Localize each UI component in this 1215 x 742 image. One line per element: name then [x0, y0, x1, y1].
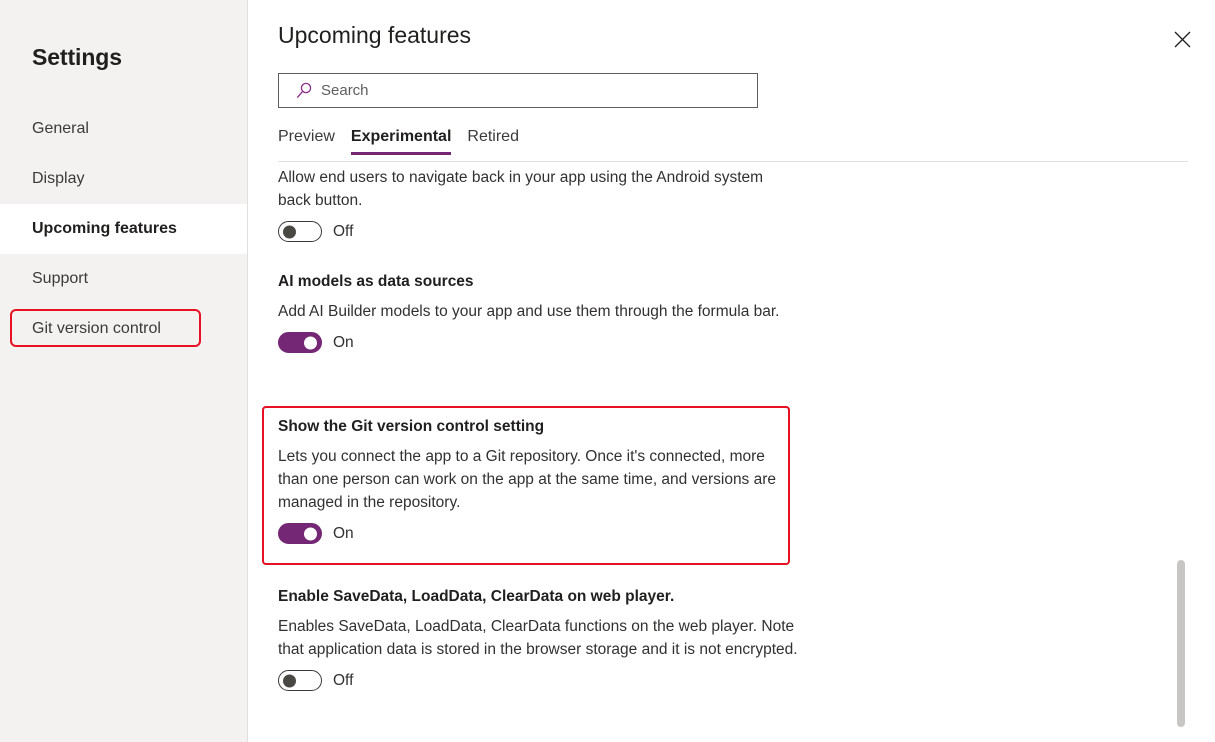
feature-title: Enable SaveData, LoadData, ClearData on … — [278, 588, 675, 605]
feature-item-ai-models-as-data-sources: AI models as data sources Add AI Builder… — [278, 271, 798, 353]
feature-tabs: Preview Experimental Retired — [278, 128, 527, 155]
feature-item-android-back-button: Allow end users to navigate back in your… — [278, 166, 798, 242]
feature-description: Lets you connect the app to a Git reposi… — [278, 448, 777, 511]
sidebar-nav: General Display Upcoming features Suppor… — [0, 104, 247, 354]
settings-main-pane: Upcoming features Preview Experimental — [248, 0, 1215, 742]
toggle-state-label: Off — [333, 671, 354, 689]
sidebar-item-display[interactable]: Display — [0, 154, 247, 204]
feature-item-show-git-version-control-setting: Show the Git version control setting Let… — [278, 416, 778, 544]
sidebar-title: Settings — [32, 44, 122, 70]
toggle-knob — [304, 527, 317, 540]
search-input[interactable] — [321, 74, 757, 107]
sidebar-item-git-version-control[interactable]: Git version control — [0, 304, 247, 354]
tab-experimental[interactable]: Experimental — [343, 128, 459, 155]
feature-toggle-row: Off — [278, 670, 798, 691]
sidebar-item-support[interactable]: Support — [0, 254, 247, 304]
tab-label: Retired — [467, 128, 519, 145]
search-box[interactable] — [278, 73, 758, 108]
feature-toggle-row: Off — [278, 221, 798, 242]
tab-preview[interactable]: Preview — [278, 128, 343, 155]
settings-dialog: Settings General Display Upcoming featur… — [0, 0, 1215, 742]
sidebar-item-label: Git version control — [32, 320, 161, 337]
tab-retired[interactable]: Retired — [459, 128, 527, 155]
toggle-state-label: On — [333, 333, 354, 351]
sidebar-item-upcoming-features[interactable]: Upcoming features — [0, 204, 247, 254]
feature-description: Enables SaveData, LoadData, ClearData fu… — [278, 618, 798, 658]
feature-item-enable-savedata-loaddata-cleardata: Enable SaveData, LoadData, ClearData on … — [278, 586, 798, 691]
feature-toggle-row: On — [278, 523, 778, 544]
feature-toggle-row: On — [278, 332, 798, 353]
page-title: Upcoming features — [278, 22, 472, 48]
sidebar-item-general[interactable]: General — [0, 104, 247, 154]
feature-toggle[interactable] — [278, 221, 322, 242]
search-icon — [289, 82, 319, 99]
sidebar-item-label: Display — [32, 170, 85, 187]
feature-title: AI models as data sources — [278, 273, 474, 290]
content-scrollbar-thumb[interactable] — [1177, 560, 1185, 727]
feature-description: Allow end users to navigate back in your… — [278, 169, 764, 209]
tab-label: Preview — [278, 128, 335, 145]
sidebar-item-label: Upcoming features — [32, 220, 177, 237]
tabs-divider — [278, 161, 1188, 162]
feature-title: Show the Git version control setting — [278, 418, 545, 435]
settings-sidebar: Settings General Display Upcoming featur… — [0, 0, 248, 742]
tab-label: Experimental — [350, 128, 452, 145]
toggle-state-label: On — [333, 524, 354, 542]
feature-list: Allow end users to navigate back in your… — [248, 166, 1215, 742]
toggle-knob — [283, 225, 296, 238]
close-icon — [1174, 31, 1190, 47]
toggle-knob — [304, 336, 317, 349]
sidebar-item-label: Support — [32, 270, 89, 287]
toggle-state-label: Off — [333, 222, 354, 240]
feature-toggle[interactable] — [278, 332, 322, 353]
feature-description: Add AI Builder models to your app and us… — [278, 303, 780, 320]
close-button[interactable] — [1165, 22, 1199, 56]
feature-toggle[interactable] — [278, 670, 322, 691]
sidebar-item-label: General — [32, 120, 89, 137]
toggle-knob — [283, 674, 296, 687]
feature-toggle[interactable] — [278, 523, 322, 544]
